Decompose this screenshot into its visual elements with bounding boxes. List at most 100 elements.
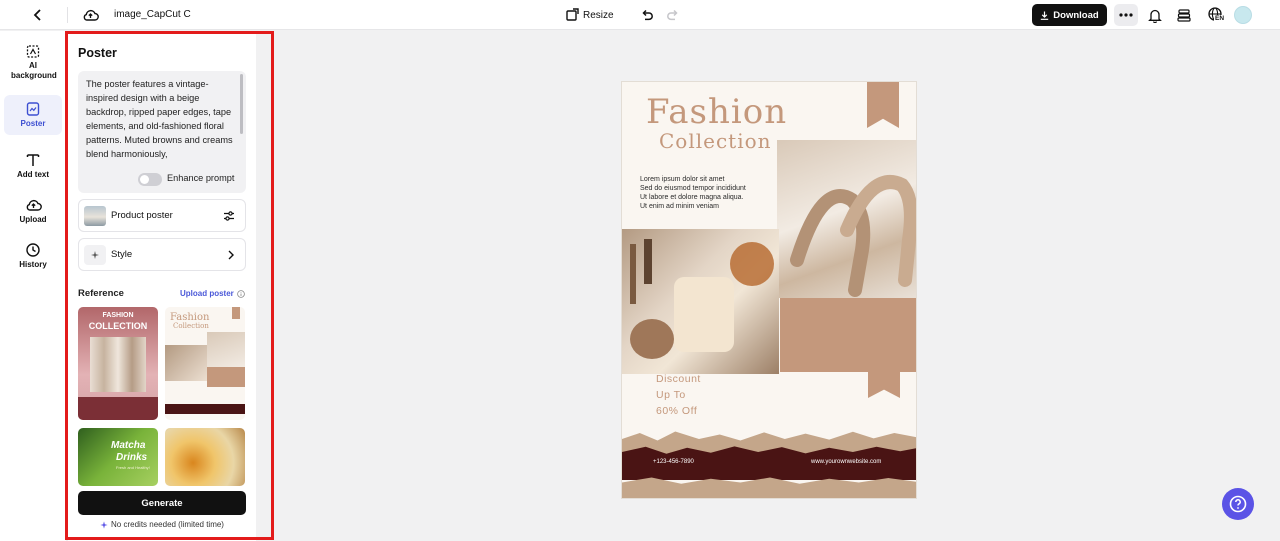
heels-illustration xyxy=(790,175,916,297)
chevron-left-icon xyxy=(33,9,41,21)
enhance-prompt-toggle[interactable] xyxy=(138,173,162,186)
prompt-scrollbar[interactable] xyxy=(240,74,243,134)
poster-body-line: Ut labore et dolore magna aliqua. xyxy=(640,194,744,201)
redo-icon xyxy=(667,9,678,21)
poster-flatlay-photo[interactable] xyxy=(622,229,779,374)
thumb-title: FASHION xyxy=(102,312,134,319)
poster-ribbon[interactable] xyxy=(867,82,899,128)
enhance-prompt-label: Enhance prompt xyxy=(167,173,235,183)
upload-poster-label: Upload poster xyxy=(180,289,234,298)
rail-item-history[interactable]: History xyxy=(4,242,62,270)
more-icon xyxy=(1119,13,1133,17)
reference-thumb-fashion-collection[interactable]: Fashion Collection xyxy=(165,307,245,420)
rail-item-label: AI background xyxy=(11,61,57,80)
style-label: Style xyxy=(111,249,133,260)
back-button[interactable] xyxy=(28,5,48,25)
download-button[interactable]: Download xyxy=(1032,4,1107,26)
top-bar: image_CapCut C Resize Download EN xyxy=(0,0,1280,30)
rail-item-label: History xyxy=(19,260,47,269)
cloud-upload-icon xyxy=(83,9,99,21)
ai-background-icon xyxy=(26,45,40,58)
poster-body-line: Lorem ipsum dolor sit amet xyxy=(640,176,725,183)
text-icon xyxy=(26,154,40,166)
rail-item-label: Poster xyxy=(20,119,46,128)
divider xyxy=(67,7,68,23)
poster-website[interactable]: www.yourownwebsite.com xyxy=(811,459,881,465)
sliders-icon[interactable] xyxy=(223,210,235,222)
upload-poster-link[interactable]: Upload poster xyxy=(180,289,245,298)
poster-subtitle[interactable]: Collection xyxy=(659,129,772,153)
reference-thumb-drinks[interactable] xyxy=(165,428,245,486)
flatlay-illustration xyxy=(630,239,774,359)
thumb-ribbon xyxy=(232,307,240,319)
poster-title[interactable]: Fashion xyxy=(646,92,787,132)
poster-ribbon-bottom[interactable] xyxy=(868,370,900,398)
poster-heels-photo[interactable] xyxy=(777,140,916,298)
storage-button[interactable] xyxy=(1175,6,1193,24)
avatar[interactable] xyxy=(1234,6,1252,24)
poster-canvas[interactable]: Fashion Collection Lorem ipsum dolor sit… xyxy=(621,81,917,499)
product-poster-selector[interactable]: Product poster xyxy=(78,199,246,232)
history-icon xyxy=(26,243,40,257)
reference-title: Reference xyxy=(78,288,124,299)
generate-button[interactable]: Generate xyxy=(78,491,246,515)
rail-item-poster[interactable]: Poster xyxy=(4,95,62,135)
poster-body-text[interactable]: Lorem ipsum dolor sit amet Sed do eiusmo… xyxy=(640,175,770,211)
style-selector[interactable]: Style xyxy=(78,238,246,271)
rail-item-add-text[interactable]: Add text xyxy=(4,152,62,180)
product-poster-label: Product poster xyxy=(111,210,173,221)
credits-label: No credits needed (limited time) xyxy=(111,520,224,529)
thumb-footer xyxy=(165,404,245,414)
notifications-button[interactable] xyxy=(1146,6,1164,24)
sparkle-box xyxy=(84,244,106,265)
rail-item-label: Add text xyxy=(17,170,49,179)
thumb-title: Matcha xyxy=(111,440,146,451)
poster-body-line: Sed do eiusmod tempor incididunt xyxy=(640,185,746,192)
thumb-photo xyxy=(165,345,207,381)
help-button[interactable] xyxy=(1222,488,1254,520)
thumb-tagline: Fresh and Healthy! xyxy=(116,465,150,470)
poster-discount-line[interactable]: 60% Off xyxy=(656,405,697,417)
language-button[interactable]: EN xyxy=(1205,5,1227,25)
language-badge: EN xyxy=(1214,15,1226,22)
reference-thumb-matcha[interactable]: Matcha Drinks Fresh and Healthy! xyxy=(78,428,158,486)
more-button[interactable] xyxy=(1114,4,1138,26)
reference-thumb-fashion[interactable]: FASHION COLLECTION xyxy=(78,307,158,420)
upload-icon xyxy=(26,199,42,211)
prompt-text[interactable]: The poster features a vintage-inspired d… xyxy=(86,77,236,161)
poster-discount-line[interactable]: Up To xyxy=(656,389,686,401)
redo-button[interactable] xyxy=(664,6,682,24)
help-icon xyxy=(1229,495,1247,513)
sparkle-icon xyxy=(100,520,108,529)
info-icon xyxy=(236,289,245,298)
file-name[interactable]: image_CapCut C xyxy=(114,9,191,20)
thumb-subtitle: Collection xyxy=(173,322,209,330)
rail-item-upload[interactable]: Upload xyxy=(4,197,62,225)
sparkle-icon xyxy=(91,250,99,259)
rail-item-ai-background[interactable]: AI background xyxy=(4,43,62,81)
poster-color-block[interactable] xyxy=(780,298,916,372)
resize-button[interactable]: Resize xyxy=(565,6,614,24)
thumb-photo xyxy=(207,332,245,367)
stack-icon xyxy=(1177,9,1191,22)
resize-icon xyxy=(566,8,579,21)
panel-title: Poster xyxy=(78,46,117,60)
undo-icon xyxy=(642,9,653,21)
undo-button[interactable] xyxy=(638,6,656,24)
poster-icon xyxy=(26,102,40,116)
chevron-right-icon xyxy=(228,250,234,259)
rail-item-label: Upload xyxy=(19,215,47,224)
thumb-footer xyxy=(78,397,158,420)
poster-panel: Poster The poster features a vintage-ins… xyxy=(68,31,256,541)
thumb-subtitle: Drinks xyxy=(116,452,148,463)
product-thumbnail xyxy=(84,205,106,226)
thumb-subtitle: COLLECTION xyxy=(88,321,148,331)
cloud-save-button[interactable] xyxy=(80,5,100,25)
resize-label: Resize xyxy=(583,9,614,21)
poster-discount-line[interactable]: Discount xyxy=(656,373,701,385)
thumb-clothes xyxy=(90,337,146,392)
poster-body-line: Ut enim ad minim veniam xyxy=(640,203,719,210)
poster-phone[interactable]: +123-456-7890 xyxy=(653,459,694,465)
prompt-box[interactable]: The poster features a vintage-inspired d… xyxy=(78,71,246,193)
thumb-block xyxy=(207,367,245,387)
